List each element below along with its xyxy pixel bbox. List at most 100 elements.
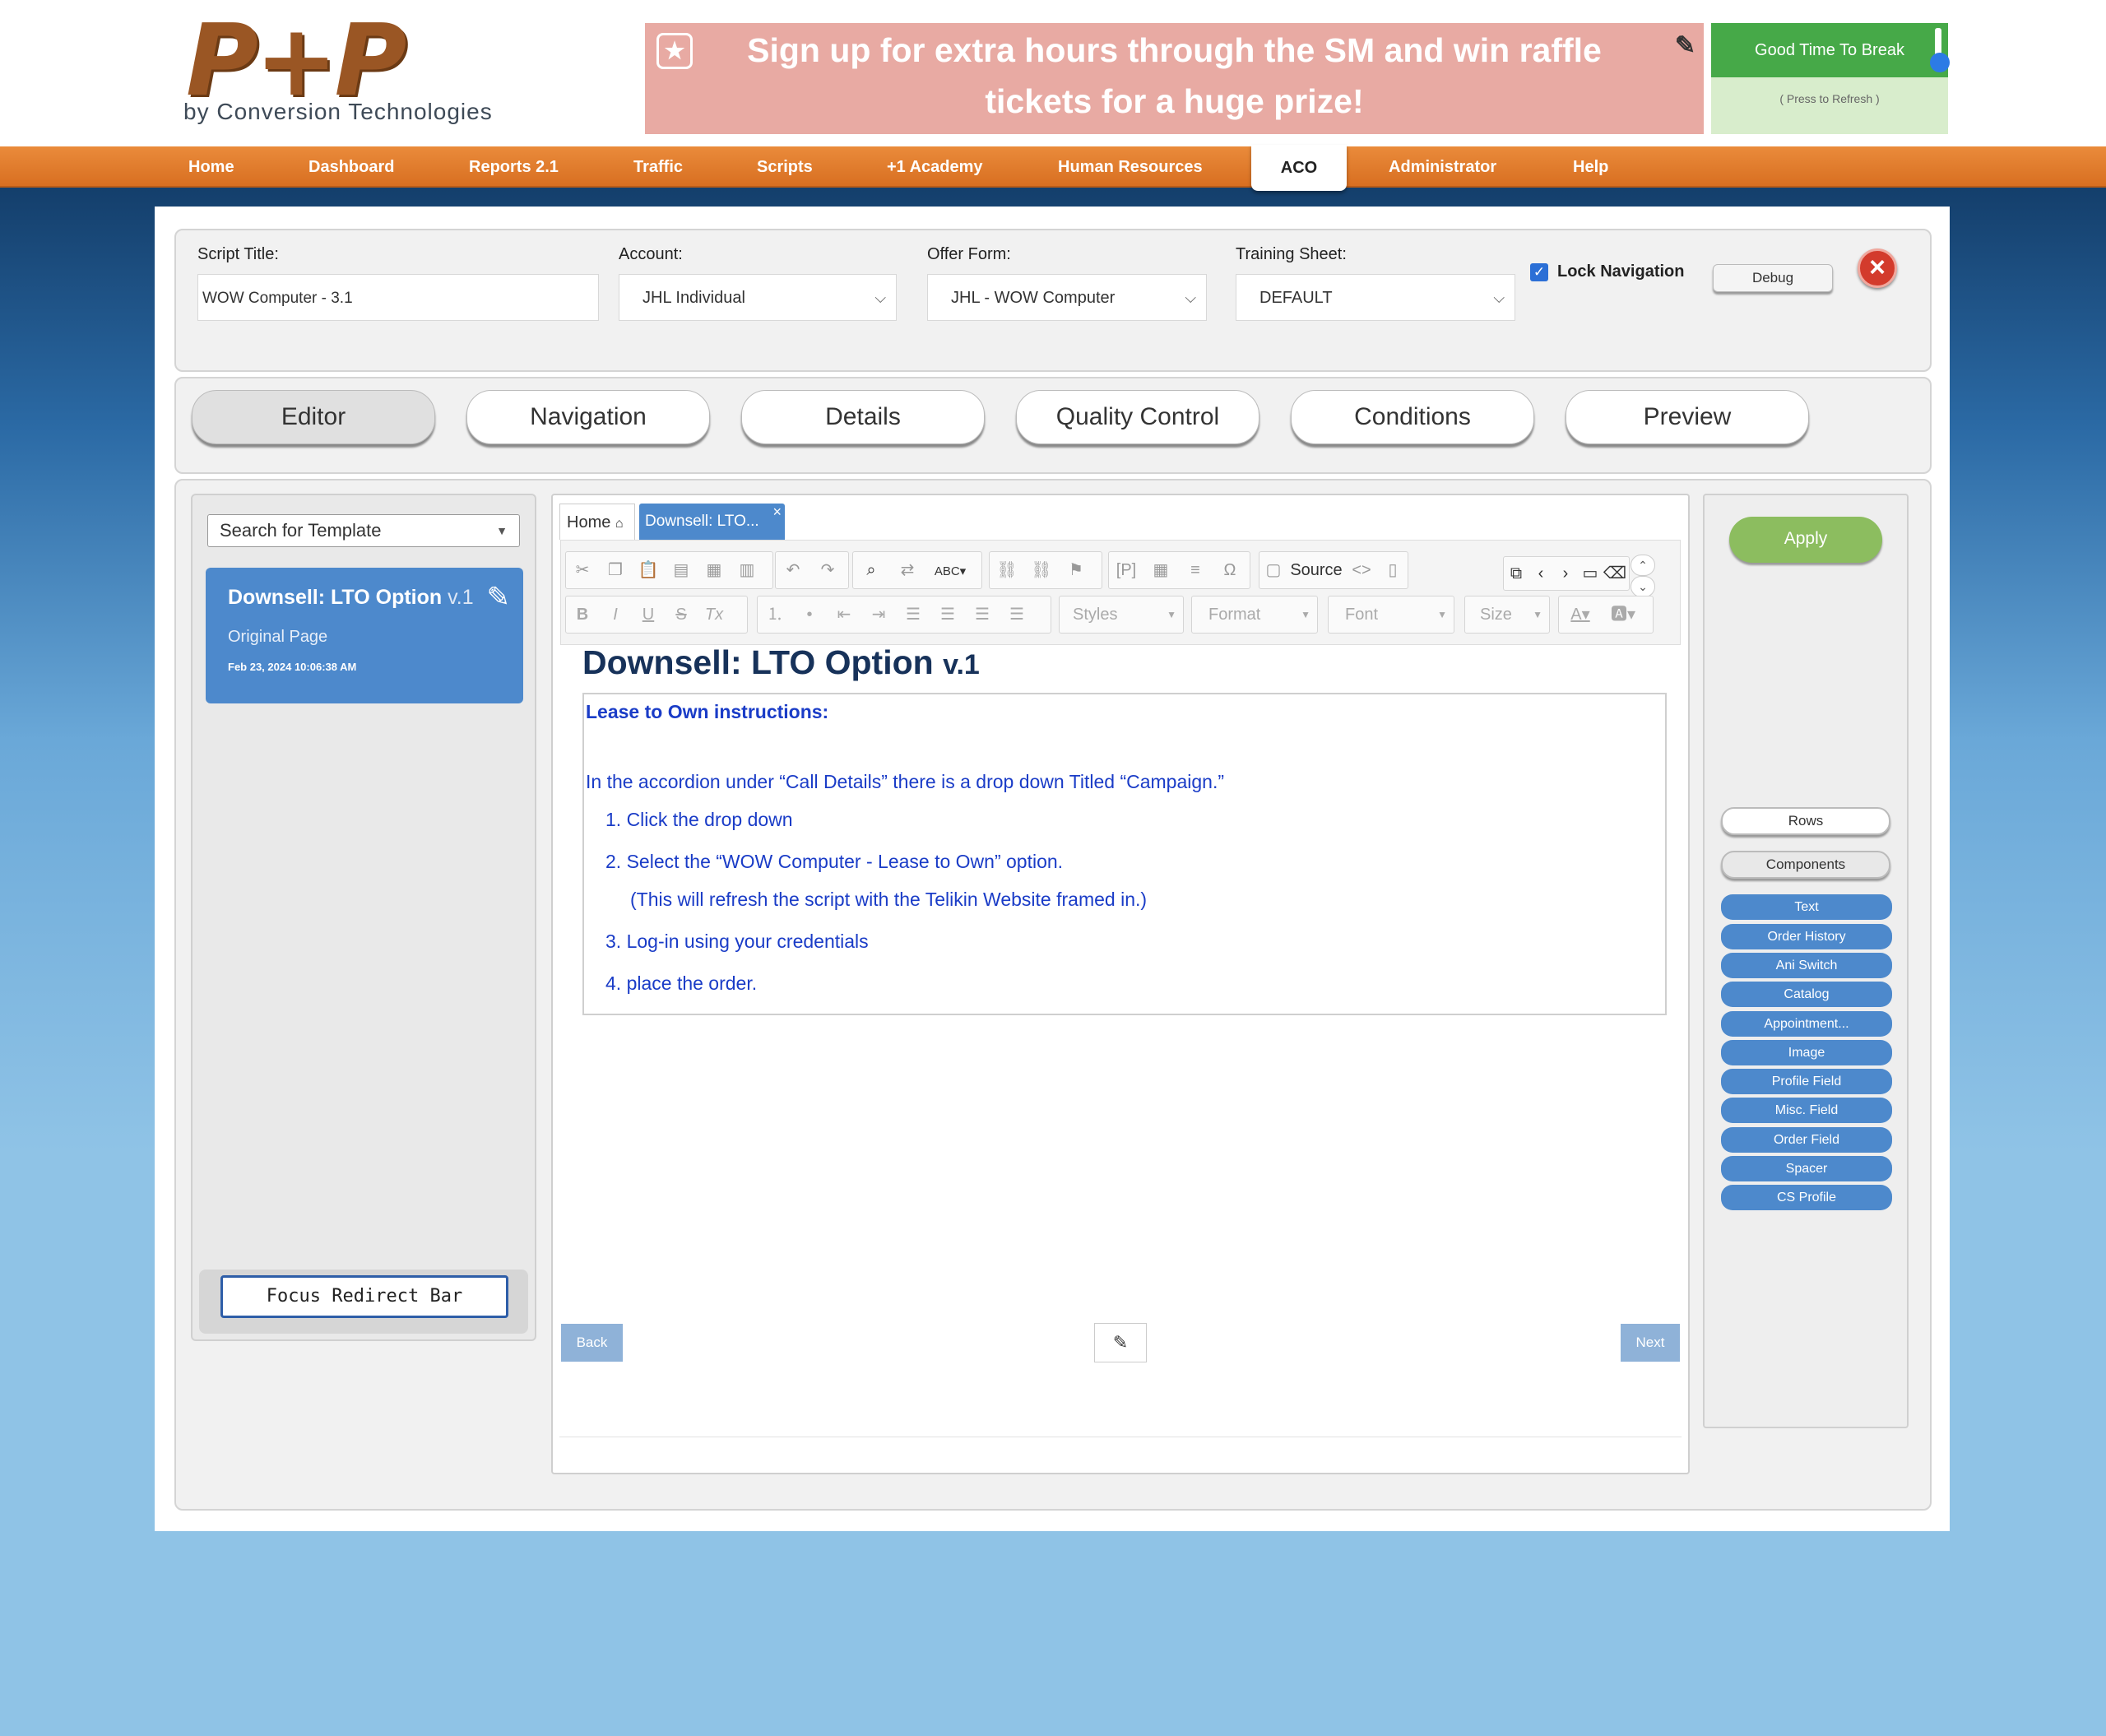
copy-format-icon[interactable]: ⧉ <box>1504 557 1528 590</box>
focus-redirect-button[interactable]: Focus Redirect Bar <box>220 1275 508 1318</box>
tab-preview[interactable]: Preview <box>1566 390 1809 444</box>
undo-icon[interactable]: ↶ <box>776 552 810 588</box>
indent-icon[interactable]: ⇥ <box>861 596 896 633</box>
next-button[interactable]: Next <box>1621 1324 1680 1362</box>
underline-icon[interactable]: U <box>632 596 665 633</box>
component-ani-switch[interactable]: Ani Switch <box>1721 953 1892 978</box>
anchor-icon[interactable]: ⚑ <box>1059 552 1093 588</box>
back-button[interactable]: Back <box>561 1324 623 1362</box>
component-appointment[interactable]: Appointment... <box>1721 1011 1892 1037</box>
unlink-icon[interactable]: ⛓ <box>1024 552 1059 588</box>
component-image[interactable]: Image <box>1721 1040 1892 1065</box>
edit-icon[interactable]: ✎ <box>1094 1323 1147 1362</box>
strike-icon[interactable]: S <box>665 596 698 633</box>
training-sheet-select[interactable]: DEFAULT ⌵ <box>1236 274 1515 321</box>
chevron-left-icon[interactable]: ‹ <box>1528 557 1553 590</box>
italic-icon[interactable]: I <box>599 596 632 633</box>
component-profile-field[interactable]: Profile Field <box>1721 1069 1892 1094</box>
component-spacer[interactable]: Spacer <box>1721 1156 1892 1181</box>
format-select[interactable]: Format ▼ <box>1191 596 1318 634</box>
background-color-icon[interactable]: 🅰▾ <box>1602 596 1644 633</box>
template-icon[interactable]: ▭ <box>1578 557 1603 590</box>
find-icon[interactable]: ⌕ <box>853 552 889 588</box>
editor-tab-active[interactable]: Downsell: LTO... × <box>639 504 785 540</box>
special-char-icon[interactable]: Ω <box>1213 552 1247 588</box>
close-tab-icon[interactable]: × <box>772 494 782 530</box>
replace-icon[interactable]: ⇄ <box>889 552 925 588</box>
account-select[interactable]: JHL Individual ⌵ <box>619 274 897 321</box>
code-icon[interactable]: <> <box>1345 552 1378 588</box>
bullet-list-icon[interactable]: • <box>792 596 827 633</box>
outdent-icon[interactable]: ⇤ <box>827 596 861 633</box>
source-button[interactable]: Source <box>1287 552 1345 588</box>
align-center-icon[interactable]: ☰ <box>930 596 965 633</box>
component-text[interactable]: Text <box>1721 894 1892 920</box>
component-misc-field[interactable]: Misc. Field <box>1721 1098 1892 1123</box>
eraser-icon[interactable]: ⌫ <box>1603 557 1627 590</box>
chevron-down-icon[interactable]: ⌄ <box>1631 576 1655 597</box>
nav-aco[interactable]: ACO <box>1251 145 1347 191</box>
nav-scripts[interactable]: Scripts <box>757 146 813 188</box>
rows-button[interactable]: Rows <box>1721 807 1890 835</box>
placeholder-icon[interactable]: [P] <box>1109 552 1143 588</box>
paste-icon[interactable]: 📋 <box>632 552 665 588</box>
nav-human-resources[interactable]: Human Resources <box>1058 146 1203 188</box>
nav-academy[interactable]: +1 Academy <box>887 146 983 188</box>
apply-button[interactable]: Apply <box>1729 517 1882 563</box>
close-icon[interactable]: × <box>1858 248 1897 288</box>
cut-icon[interactable]: ✂ <box>566 552 599 588</box>
nav-administrator[interactable]: Administrator <box>1389 146 1496 188</box>
font-select[interactable]: Font ▼ <box>1328 596 1454 634</box>
lock-navigation-checkbox[interactable]: ✓ <box>1530 263 1548 281</box>
styles-select[interactable]: Styles ▼ <box>1059 596 1184 634</box>
script-content-box[interactable]: Lease to Own instructions: In the accord… <box>582 693 1667 1015</box>
tab-quality-control[interactable]: Quality Control <box>1016 390 1259 444</box>
nav-dashboard[interactable]: Dashboard <box>308 146 394 188</box>
paste-plain-icon[interactable]: ▥ <box>731 552 763 588</box>
component-order-history[interactable]: Order History <box>1721 924 1892 949</box>
editor-tab-home[interactable]: Home ⌂ <box>559 504 635 540</box>
break-widget[interactable]: Good Time To Break ( Press to Refresh ) <box>1711 23 1950 134</box>
break-title[interactable]: Good Time To Break <box>1711 23 1948 77</box>
table-icon[interactable]: ▦ <box>1143 552 1178 588</box>
edit-icon[interactable]: ✎ <box>1675 30 1695 63</box>
template-card[interactable]: Downsell: LTO Option v.1 ✎ Original Page… <box>206 568 523 703</box>
tab-conditions[interactable]: Conditions <box>1291 390 1534 444</box>
debug-button[interactable]: Debug <box>1713 264 1833 292</box>
size-select[interactable]: Size ▼ <box>1464 596 1550 634</box>
nav-reports[interactable]: Reports 2.1 <box>469 146 559 188</box>
tab-details[interactable]: Details <box>741 390 985 444</box>
copy-icon[interactable]: ❐ <box>599 552 632 588</box>
component-catalog[interactable]: Catalog <box>1721 982 1892 1007</box>
nav-home[interactable]: Home <box>188 146 234 188</box>
nav-traffic[interactable]: Traffic <box>633 146 683 188</box>
break-toggle-knob[interactable] <box>1930 53 1950 72</box>
component-cs-profile[interactable]: CS Profile <box>1721 1185 1892 1210</box>
offer-form-select[interactable]: JHL - WOW Computer ⌵ <box>927 274 1207 321</box>
components-button[interactable]: Components <box>1721 851 1890 879</box>
horizontal-line-icon[interactable]: ≡ <box>1178 552 1213 588</box>
edit-icon[interactable]: ✎ <box>487 581 511 614</box>
paste-word-icon[interactable]: ▦ <box>698 552 731 588</box>
justify-icon[interactable]: ☰ <box>1000 596 1034 633</box>
paste-text-icon[interactable]: ▤ <box>665 552 698 588</box>
tab-navigation[interactable]: Navigation <box>466 390 710 444</box>
spellcheck-icon[interactable]: ABC▾ <box>925 554 975 590</box>
clear-format-icon[interactable]: Tx <box>698 596 731 633</box>
text-color-icon[interactable]: A▾ <box>1559 596 1602 633</box>
template-search-select[interactable]: Search for Template ▼ <box>207 514 520 547</box>
script-title-input[interactable]: WOW Computer - 3.1 <box>197 274 599 321</box>
link-icon[interactable]: ⛓ <box>990 552 1024 588</box>
bold-icon[interactable]: B <box>566 596 599 633</box>
pop-logo[interactable]: P+P by Conversion Technologies <box>179 12 500 132</box>
tab-editor[interactable]: Editor <box>192 390 435 444</box>
align-right-icon[interactable]: ☰ <box>965 596 1000 633</box>
chevron-up-icon[interactable]: ⌃ <box>1631 555 1655 576</box>
nav-help[interactable]: Help <box>1573 146 1608 188</box>
chevron-right-icon[interactable]: › <box>1553 557 1578 590</box>
document-icon[interactable]: ▯ <box>1378 552 1408 588</box>
component-order-field[interactable]: Order Field <box>1721 1127 1892 1153</box>
align-left-icon[interactable]: ☰ <box>896 596 930 633</box>
numbered-list-icon[interactable]: ⒈ <box>758 596 792 633</box>
redo-icon[interactable]: ↷ <box>810 552 845 588</box>
